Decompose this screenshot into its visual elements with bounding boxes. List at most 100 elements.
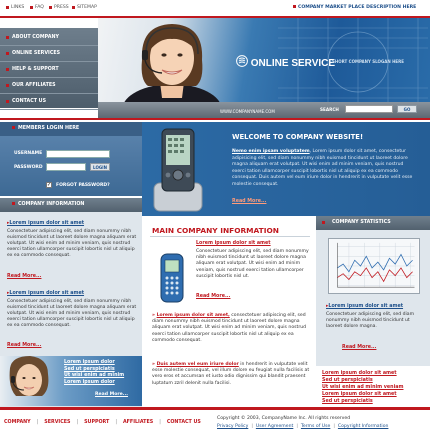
top-link-links[interactable]: LINKS: [6, 5, 24, 10]
quick-link[interactable]: Sed ut perspiciatis: [322, 398, 430, 405]
copyright-information-link[interactable]: Copyright Information: [338, 424, 389, 429]
search-input[interactable]: [345, 105, 393, 113]
tagline-text: COMPANY MARKET PLACE DESCRIPTION HERE: [298, 5, 417, 10]
nav-item-online-services[interactable]: ONLINE SERVICES: [0, 46, 98, 62]
statistics-chart-image: [328, 238, 420, 294]
mobile-phone-image: [160, 253, 184, 303]
welcome-title: WELCOME TO COMPANY WEBSITE!: [232, 133, 364, 141]
support-agent-photo: [122, 24, 222, 110]
footer-link-contact-us[interactable]: CONTACT US: [167, 420, 201, 425]
footer-rule: [0, 407, 430, 410]
username-field[interactable]: [46, 150, 110, 158]
promo-read-more-link[interactable]: Read More...: [95, 392, 128, 397]
bullet-icon: [6, 6, 9, 9]
footer-nav: COMPANY | SERVICES | SUPPORT | AFFILIATES | …: [4, 420, 201, 425]
footer-link-support[interactable]: SUPPORT: [84, 420, 109, 425]
separator: |: [115, 420, 117, 425]
main-nav: ABOUT COMPANY ONLINE SERVICES HELP & SUP…: [0, 28, 98, 110]
domain-text: WWW.COMPANYNAME.COM: [220, 109, 275, 114]
left-read-more-link[interactable]: Read More...: [7, 343, 41, 348]
promo-link[interactable]: Lorem ipsum dolor: [64, 380, 142, 387]
nav-item-label[interactable]: ABOUT COMPANY: [12, 35, 59, 40]
bullet-icon: [6, 68, 9, 71]
main-article-2: » Lorem ipsum dolor sit amet, consectetu…: [152, 313, 312, 344]
statistics-header: COMPANY STATISTICS: [316, 216, 430, 230]
forgot-password-checkbox[interactable]: ✓: [46, 182, 52, 188]
stats-article-title[interactable]: Lorem ipsum dolor sit amet: [326, 304, 426, 309]
quick-links: Lorem ipsum dolor sit amet Sed ut perspi…: [322, 370, 430, 405]
login-header: MEMBERS LOGIN HERE: [0, 122, 142, 136]
welcome-lead-link[interactable]: Nemo enim ipsam voluptatem: [232, 149, 310, 154]
quick-link[interactable]: Ut wisi enim ad minim veniam: [322, 384, 430, 391]
nav-item-label[interactable]: OUR AFFILIATES: [12, 83, 56, 88]
top-link-faq[interactable]: FAQ: [30, 5, 44, 10]
stats-read-more-link[interactable]: Read More...: [342, 345, 376, 350]
separator: |: [159, 420, 161, 425]
left-article-text: Consectetuer adipiscing elit, sed diam n…: [7, 229, 137, 258]
top-link-label[interactable]: SITEMAP: [77, 5, 97, 10]
nav-item-label[interactable]: ONLINE SERVICES: [12, 51, 60, 56]
promo-agent-photo: [9, 356, 49, 396]
quick-link[interactable]: Lorem ipsum dolor sit amet: [322, 370, 430, 377]
forgot-password-link[interactable]: FORGOT PASSWORD?: [56, 183, 110, 188]
top-link-press[interactable]: PRESS: [49, 5, 69, 10]
logo-icon: [236, 55, 248, 67]
top-link-sitemap[interactable]: SITEMAP: [72, 5, 97, 10]
password-label: PASSWORD: [14, 165, 43, 170]
nav-item-our-affiliates[interactable]: OUR AFFILIATES: [0, 78, 98, 94]
nav-item-label[interactable]: HELP & SUPPORT: [12, 67, 59, 72]
footer-link-services[interactable]: SERVICES: [44, 420, 70, 425]
welcome-body: , Lorem ipsum dolor sit amet, consectetu…: [232, 149, 413, 187]
welcome-text: Nemo enim ipsam voluptatem, Lorem ipsum …: [232, 149, 417, 189]
footer-link-affiliates[interactable]: AFFILIATES: [123, 420, 153, 425]
main-article-2-link[interactable]: Lorem ipsum dolor sit amet,: [157, 313, 230, 318]
left-article-title[interactable]: Lorem ipsum dolor sit amet: [7, 221, 137, 226]
left-article-title[interactable]: Lorem ipsum dolor sit amet: [7, 291, 137, 296]
banner-title-text: ONLINE SERVICE: [250, 58, 336, 69]
quick-link[interactable]: Sed ut perspiciatis: [322, 377, 430, 384]
main-article-3-link[interactable]: Duis autem vel eum iriure dolor: [157, 362, 239, 367]
bullet-icon: [30, 6, 33, 9]
top-link-label[interactable]: FAQ: [35, 5, 44, 10]
nav-item-help-support[interactable]: HELP & SUPPORT: [0, 62, 98, 78]
left-read-more-link[interactable]: Read More...: [7, 274, 41, 279]
bullet-icon: [6, 52, 9, 55]
separator: |: [76, 420, 79, 425]
main-article-title[interactable]: Lorem ipsum dolor sit amet: [196, 241, 271, 246]
welcome-read-more-link[interactable]: Read More...: [232, 199, 266, 204]
bullet-icon: [6, 84, 9, 87]
left-article-text: Consectetuer adipiscing elit, sed diam n…: [7, 299, 137, 328]
nav-item-about-company[interactable]: ABOUT COMPANY: [0, 30, 98, 46]
company-info-header-text: COMPANY INFORMATION: [18, 202, 85, 207]
bullet-icon: [49, 6, 52, 9]
footer-link-company[interactable]: COMPANY: [4, 420, 31, 425]
bullet-icon: [72, 6, 75, 9]
divider: [150, 236, 310, 237]
main-read-more-link[interactable]: Read More...: [196, 294, 230, 299]
main-article-3: » Duis autem vel eum iriure dolor in hen…: [152, 362, 312, 387]
main-info-title: MAIN COMPANY INFORMATION: [152, 226, 279, 235]
user-agreement-link[interactable]: User Agreement: [256, 424, 293, 429]
banner-title: ONLINE SERVICE: [236, 55, 335, 69]
bullet-icon: [12, 202, 15, 205]
banner-slogan: SHORT COMPANY SLOGAN HERE: [332, 59, 404, 64]
top-link-label[interactable]: LINKS: [11, 5, 24, 10]
terms-of-use-link[interactable]: Terms of Use: [301, 424, 330, 429]
separator: |: [251, 424, 253, 429]
quick-link[interactable]: Lorem ipsum dolor sit amet: [322, 391, 430, 398]
promo-links: Lorem ipsum dolor Sed ut perspiciatis Ut…: [64, 360, 142, 386]
footer-legal-links: Privacy Policy | User Agreement | Terms of…: [217, 424, 388, 429]
bullet-icon: [293, 5, 296, 8]
separator: |: [36, 420, 39, 425]
password-field[interactable]: [46, 163, 86, 171]
login-button[interactable]: LOGIN: [90, 163, 110, 171]
nav-item-label[interactable]: CONTACT US: [12, 99, 46, 104]
bullet-icon: [12, 126, 15, 129]
bullet-icon: [6, 36, 9, 39]
nav-item-contact-us[interactable]: CONTACT US: [0, 94, 98, 110]
search-button[interactable]: GO: [397, 105, 417, 113]
top-link-label[interactable]: PRESS: [54, 5, 69, 10]
copyright-text: Copyright © 2003, CompanyName Inc. All r…: [217, 416, 351, 421]
pda-device-image: [153, 128, 203, 212]
privacy-policy-link[interactable]: Privacy Policy: [217, 424, 248, 429]
